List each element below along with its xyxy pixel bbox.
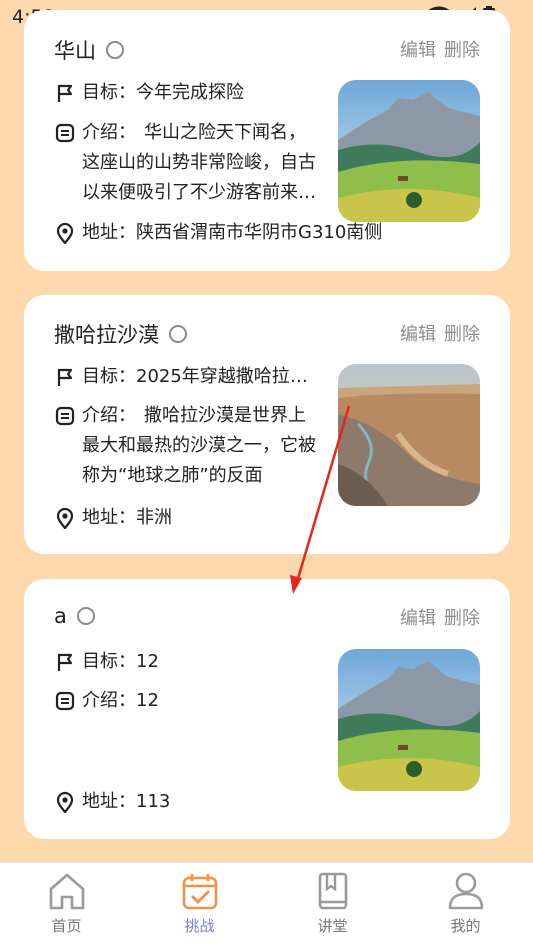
location-pin-icon: [56, 791, 74, 813]
location-pin-icon: [56, 507, 74, 529]
goal-label: 目标：: [82, 366, 136, 387]
intro-row: 介绍： 12: [54, 686, 318, 716]
edit-button[interactable]: 编辑: [400, 36, 436, 62]
intro-label: 介绍：: [82, 690, 136, 711]
book-icon: [318, 872, 347, 910]
delete-button[interactable]: 删除: [444, 36, 480, 62]
intro-text: 12: [136, 690, 159, 711]
delete-button[interactable]: 删除: [444, 604, 480, 630]
card-actions: 编辑 删除: [400, 320, 480, 346]
card-photo[interactable]: [338, 649, 480, 791]
note-icon: [55, 691, 75, 711]
goal-row: 目标： 2025年穿越撒哈拉沙漠: [54, 362, 318, 392]
address-text: 非洲: [136, 507, 172, 528]
address-text: 113: [136, 791, 171, 812]
card-photo[interactable]: [338, 364, 480, 506]
tab-label: 我的: [450, 917, 481, 935]
home-icon: [49, 873, 84, 910]
tab-label: 挑战: [184, 917, 215, 935]
tab-mine[interactable]: 我的: [399, 871, 532, 936]
bottom-tab-bar: 首页 挑战 讲堂 我的: [0, 862, 533, 949]
tab-label: 首页: [51, 917, 82, 935]
address-label: 地址：: [82, 791, 136, 812]
mountain-photo: [338, 649, 480, 791]
note-icon: [55, 406, 75, 426]
goal-text: 2025年穿越撒哈拉沙漠: [136, 366, 318, 387]
complete-radio[interactable]: [106, 41, 124, 59]
address-label: 地址：: [82, 507, 136, 528]
tab-challenge[interactable]: 挑战: [133, 871, 266, 936]
card-title: 华山: [54, 39, 96, 63]
goal-label: 目标：: [82, 82, 136, 103]
goal-label: 目标：: [82, 651, 136, 672]
delete-button[interactable]: 删除: [444, 320, 480, 346]
card-title: 撒哈拉沙漠: [54, 323, 159, 347]
card-title-row: a: [54, 604, 95, 628]
user-icon: [448, 872, 483, 910]
address-row: 地址： 113: [54, 787, 170, 817]
address-row: 地址： 非洲: [54, 503, 172, 533]
flag-icon: [57, 653, 73, 671]
goal-text: 今年完成探险: [136, 82, 244, 103]
mountain-photo: [338, 80, 480, 222]
challenge-card[interactable]: 撒哈拉沙漠 编辑 删除 目标： 2025年穿越撒哈拉沙漠 介绍： 撒哈拉沙漠是世…: [24, 295, 510, 554]
challenge-card[interactable]: a 编辑 删除 目标： 12 介绍： 12 地址： 113: [24, 579, 510, 839]
card-title: a: [54, 604, 67, 628]
calendar-check-icon: [182, 874, 217, 910]
address-row: 地址： 陕西省渭南市华阴市G310南侧: [54, 218, 382, 248]
flag-icon: [57, 84, 73, 102]
intro-text-wrap: 华山之险天下闻名，这座山的山势非常险峻，自古以来便吸引了不少游客前来探险: [82, 118, 322, 208]
tab-lecture[interactable]: 讲堂: [266, 871, 399, 936]
complete-radio[interactable]: [169, 325, 187, 343]
address-label: 地址：: [82, 222, 136, 243]
intro-text-wrap: 撒哈拉沙漠是世界上最大和最热的沙漠之一，它被称为“地球之肺”的反面: [82, 401, 322, 491]
card-title-row: 华山: [54, 35, 124, 65]
challenge-card[interactable]: 华山 编辑 删除 目标： 今年完成探险 介绍： 华山之险天下闻名，这座山的山势非…: [24, 10, 510, 271]
card-title-row: 撒哈拉沙漠: [54, 319, 187, 349]
flag-icon: [57, 368, 73, 386]
tab-home[interactable]: 首页: [0, 871, 133, 936]
card-actions: 编辑 删除: [400, 604, 480, 630]
edit-button[interactable]: 编辑: [400, 320, 436, 346]
edit-button[interactable]: 编辑: [400, 604, 436, 630]
intro-text: 华山之险天下闻名，这座山的山势非常险峻，自古以来便吸引了不少游客前来探险: [82, 122, 316, 203]
address-text: 陕西省渭南市华阴市G310南侧: [136, 222, 383, 243]
card-actions: 编辑 删除: [400, 36, 480, 62]
tab-label: 讲堂: [317, 917, 348, 935]
location-pin-icon: [56, 222, 74, 244]
card-photo[interactable]: [338, 80, 480, 222]
complete-radio[interactable]: [76, 607, 95, 625]
intro-text: 撒哈拉沙漠是世界上最大和最热的沙漠之一，它被称为“地球之肺”的反面: [82, 405, 316, 486]
goal-row: 目标： 12: [54, 647, 318, 677]
goal-row: 目标： 今年完成探险: [54, 78, 318, 108]
desert-photo: [338, 364, 480, 506]
note-icon: [55, 123, 75, 143]
goal-text: 12: [136, 651, 159, 672]
